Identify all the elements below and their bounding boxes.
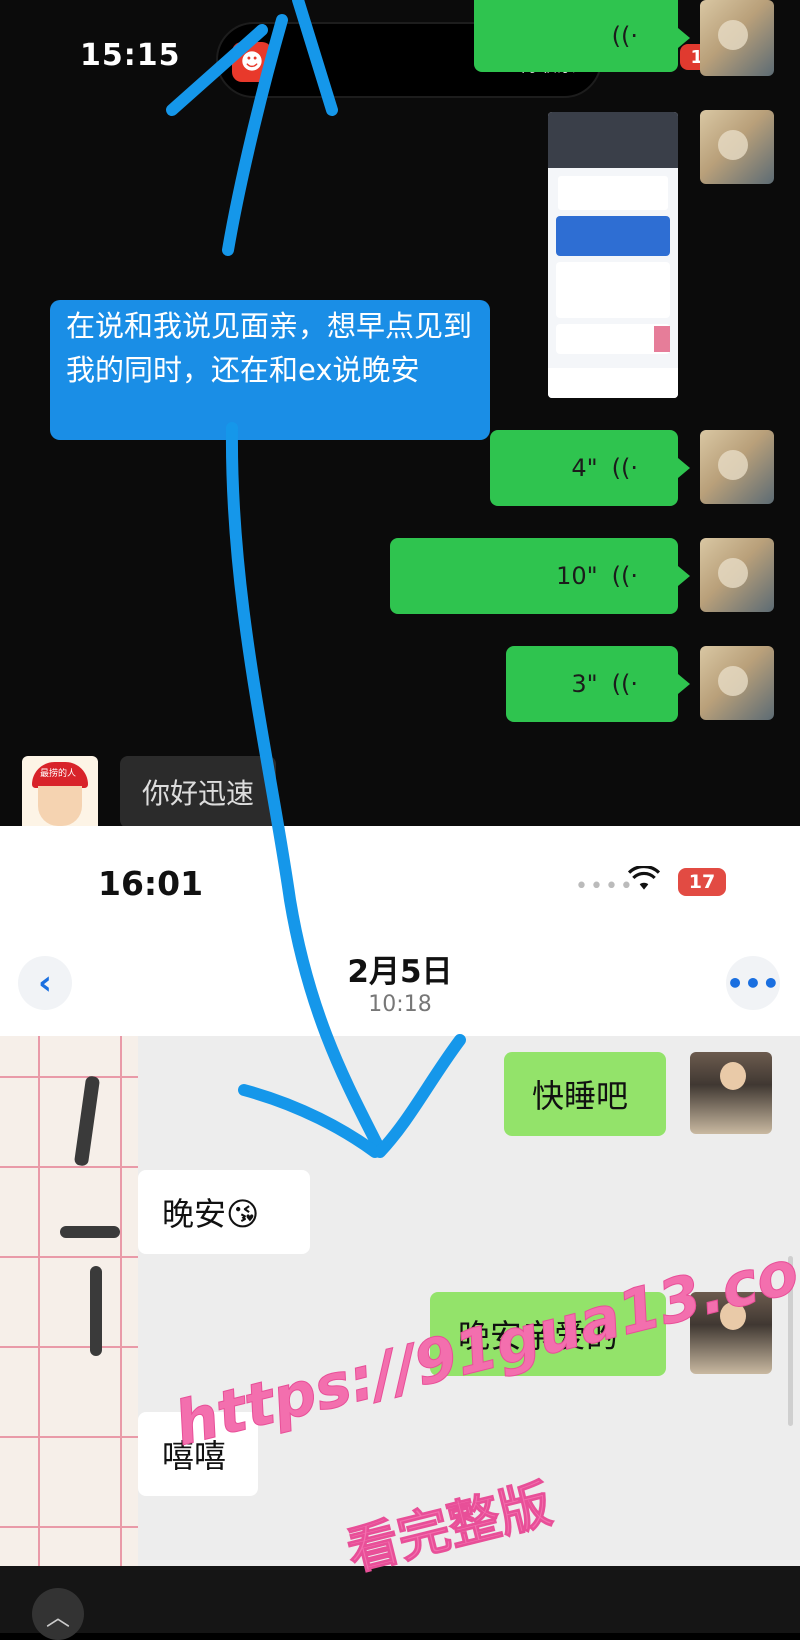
chevron-up-icon: ︿ [46, 1602, 70, 1631]
arrow-down-shaft [225, 422, 386, 1156]
player-bottom-bar [0, 1566, 800, 1633]
scroll-up-button[interactable]: ︿ [32, 1588, 84, 1640]
arrow-up-head-left [166, 24, 268, 116]
arrow-up-head-right [292, 0, 338, 116]
arrow-down-head-right [374, 1034, 466, 1158]
